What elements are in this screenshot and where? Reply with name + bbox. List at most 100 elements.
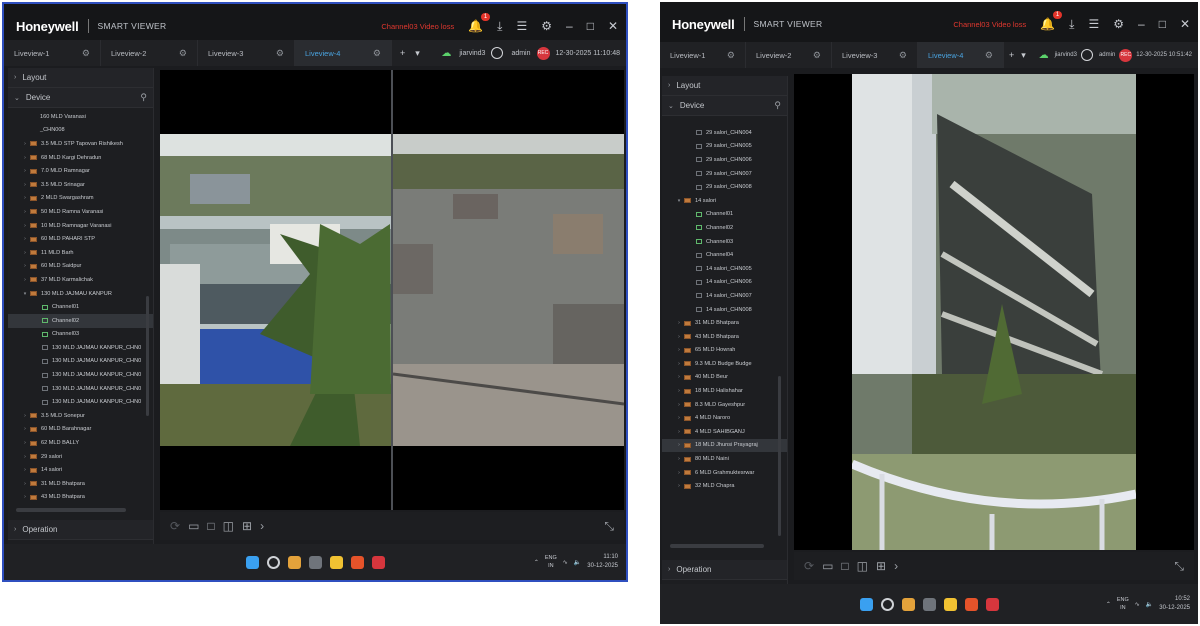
expand-right-icon[interactable]: › — [22, 223, 28, 229]
fullscreen-icon[interactable]: ⤡ — [604, 519, 614, 534]
expand-right-icon[interactable]: › — [22, 413, 28, 419]
download-icon[interactable]: ⤓ — [1069, 18, 1074, 30]
expand-right-icon[interactable]: › — [676, 334, 682, 340]
tree-item[interactable]: 29 salori_CHN005 — [662, 140, 787, 154]
tree-item[interactable]: › 40 MLD Beur — [662, 371, 787, 385]
tree-item[interactable]: › 6 MLD Grahmuktesrwar — [662, 466, 787, 480]
expand-right-icon[interactable]: › — [676, 429, 682, 435]
tree-hscrollbar[interactable] — [670, 544, 764, 548]
windows-start-icon[interactable] — [859, 597, 873, 611]
tab-liveview-3[interactable]: Liveview-3 ⚙ — [198, 40, 295, 66]
tree-item[interactable]: › 3.5 MLD Srinagar — [8, 178, 153, 192]
tree-item[interactable]: 130 MLD JAJMAU KANPUR_CHN0 — [8, 382, 153, 396]
add-tab-icon[interactable]: + — [1009, 50, 1014, 60]
tree-item[interactable]: › 31 MLD Bhatpara — [662, 316, 787, 330]
tree-item[interactable]: 29 salori_CHN004 — [662, 126, 787, 140]
smart-viewer-taskbar-icon[interactable] — [985, 597, 999, 611]
expand-right-icon[interactable]: › — [22, 277, 28, 283]
tree-item[interactable]: › 50 MLD Ramna Varanasi — [8, 205, 153, 219]
firefox-icon[interactable] — [350, 555, 364, 569]
tree-item[interactable]: › 4 MLD SAHIBGANJ — [662, 425, 787, 439]
two-pane-icon[interactable]: ◫ — [223, 519, 234, 533]
gear-icon[interactable]: ⚙ — [82, 48, 90, 59]
search-icon[interactable] — [880, 597, 894, 611]
folder-icon[interactable] — [943, 597, 957, 611]
fullscreen-icon[interactable]: ⤡ — [1174, 559, 1184, 574]
firefox-icon[interactable] — [964, 597, 978, 611]
tray-chevron-icon[interactable]: ⌃ — [1106, 601, 1111, 608]
volume-icon[interactable]: 🔈 — [1146, 601, 1153, 608]
menu-icon[interactable]: ☰ — [1088, 18, 1099, 30]
tree-item[interactable]: 130 MLD JAJMAU KANPUR_CHN0 — [8, 341, 153, 355]
rotate-icon[interactable]: ⟳ — [804, 559, 814, 573]
tree-item[interactable]: › 9.3 MLD Budge Budge — [662, 357, 787, 371]
tree-item[interactable]: › 80 MLD Naini — [662, 452, 787, 466]
expand-right-icon[interactable]: › — [22, 195, 28, 201]
user-icon[interactable] — [1080, 49, 1093, 61]
tree-item[interactable]: Channel02 — [662, 221, 787, 235]
tree-item[interactable]: 14 salori_CHN005 — [662, 262, 787, 276]
tree-item[interactable]: 130 MLD JAJMAU KANPUR_CHN0 — [8, 355, 153, 369]
tab-liveview-4[interactable]: Liveview-4 ⚙ — [295, 40, 392, 66]
close-icon[interactable]: ✕ — [1180, 18, 1190, 30]
video-grid[interactable] — [794, 74, 1194, 550]
tree-item[interactable]: › 8.3 MLD Gayeshpur — [662, 398, 787, 412]
expand-right-icon[interactable]: › — [22, 494, 28, 500]
gear-icon[interactable]: ⚙ — [813, 50, 821, 61]
rotate-icon[interactable]: ⟳ — [170, 519, 180, 533]
chrome-icon[interactable] — [901, 597, 915, 611]
smart-viewer-taskbar-icon[interactable] — [371, 555, 385, 569]
gear-icon[interactable]: ⚙ — [899, 50, 907, 61]
close-icon[interactable]: ✕ — [608, 20, 618, 32]
gear-icon[interactable]: ⚙ — [276, 48, 284, 59]
expand-right-icon[interactable]: › — [676, 402, 682, 408]
tree-item[interactable]: ▾ 14 salori — [662, 194, 787, 208]
expand-right-icon[interactable]: › — [676, 320, 682, 326]
wifi-icon[interactable]: ∿ — [1135, 601, 1140, 608]
expand-right-icon[interactable]: › — [676, 470, 682, 476]
single-view-icon[interactable]: ▭ — [822, 559, 833, 573]
expand-right-icon[interactable]: › — [676, 347, 682, 353]
tree-item[interactable]: › 43 MLD Bhatpara — [662, 330, 787, 344]
search-icon[interactable] — [266, 555, 280, 569]
tree-item[interactable]: 14 salori_CHN007 — [662, 289, 787, 303]
expand-right-icon[interactable]: › — [22, 467, 28, 473]
expand-right-icon[interactable]: › — [676, 483, 682, 489]
tree-scrollbar[interactable] — [146, 296, 149, 416]
tree-item[interactable]: › 65 MLD Howrah — [662, 344, 787, 358]
tree-item[interactable]: › 31 MLD Bhatpara — [8, 477, 153, 491]
windows-start-icon[interactable] — [245, 555, 259, 569]
settings-icon[interactable]: ⚙ — [1113, 18, 1124, 30]
tab-liveview-3[interactable]: Liveview-3 ⚙ — [832, 42, 918, 68]
expand-right-icon[interactable]: › — [22, 155, 28, 161]
bell-icon[interactable]: 🔔 1 — [1040, 11, 1063, 30]
camera-feed-1[interactable] — [160, 134, 391, 446]
tab-dropdown-icon[interactable]: ▾ — [415, 48, 420, 59]
expand-right-icon[interactable]: › — [22, 426, 28, 432]
camera-feed-2[interactable] — [393, 134, 624, 446]
tab-liveview-1[interactable]: Liveview-1 ⚙ — [4, 40, 101, 66]
tray-chevron-icon[interactable]: ⌃ — [534, 559, 539, 566]
four-pane-icon[interactable]: ⊞ — [242, 519, 252, 533]
tree-item[interactable]: › 43 MLD Bhatpara — [8, 491, 153, 505]
tree-item[interactable]: 14 salori_CHN006 — [662, 276, 787, 290]
tree-item[interactable]: 29 salori_CHN008 — [662, 180, 787, 194]
bell-icon[interactable]: 🔔 1 — [468, 13, 491, 32]
tree-item[interactable]: ▾ 130 MLD JAJMAU KANPUR — [8, 287, 153, 301]
expand-right-icon[interactable]: › — [22, 454, 28, 460]
tree-item[interactable]: › 3.5 MLD Sonepur — [8, 409, 153, 423]
tree-item[interactable]: Channel04 — [662, 248, 787, 262]
two-pane-icon[interactable]: ◫ — [857, 559, 868, 573]
search-icon[interactable]: ⚲ — [774, 100, 781, 111]
minimize-icon[interactable]: – — [1138, 18, 1145, 30]
expand-right-icon[interactable]: › — [22, 168, 28, 174]
tree-item[interactable]: › 37 MLD Karmalichak — [8, 273, 153, 287]
tree-item[interactable]: › 60 MLD Barahnagar — [8, 423, 153, 437]
expand-down-icon[interactable]: ▾ — [22, 291, 28, 297]
expand-down-icon[interactable]: ▾ — [676, 198, 682, 204]
gear-icon[interactable]: ⚙ — [727, 50, 735, 61]
minimize-icon[interactable]: – — [566, 20, 573, 32]
tree-item[interactable]: › 2 MLD Swargashram — [8, 192, 153, 206]
menu-icon[interactable]: ☰ — [516, 20, 527, 32]
expand-right-icon[interactable]: › — [22, 263, 28, 269]
